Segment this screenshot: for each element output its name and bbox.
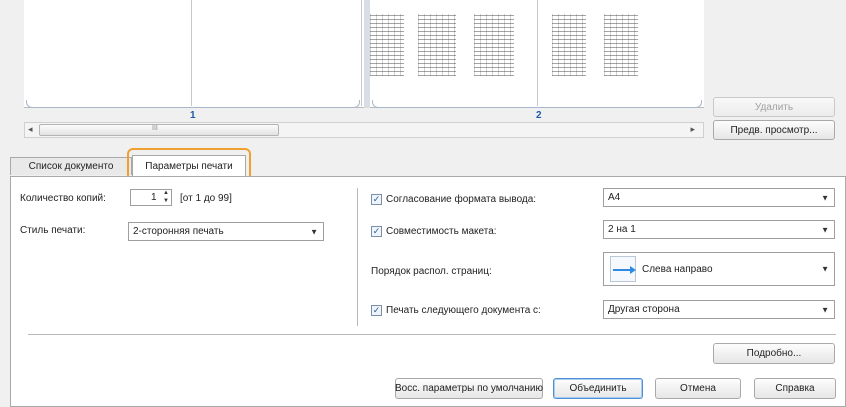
chevron-down-icon: ▼: [821, 305, 829, 314]
output-format-checkbox[interactable]: ✓: [371, 194, 382, 205]
cancel-button[interactable]: Отмена: [655, 378, 741, 399]
preview-page[interactable]: [540, 0, 704, 106]
delete-button[interactable]: Удалить: [713, 97, 835, 117]
preview-button[interactable]: Предв. просмотр...: [713, 120, 835, 140]
page-order-select[interactable]: Слева направо ▼: [603, 252, 835, 286]
next-doc-label: Печать следующего документа с:: [386, 305, 541, 316]
details-button[interactable]: Подробно...: [713, 343, 835, 364]
scroll-thumb[interactable]: III: [39, 124, 279, 136]
layout-compat-select[interactable]: 2 на 1 ▼: [603, 220, 835, 239]
layout-compat-label: Совместимость макета:: [386, 226, 497, 237]
page-order-label: Порядок распол. страниц:: [371, 266, 492, 277]
panel-separator: [28, 334, 836, 335]
layout-compat-checkbox[interactable]: ✓: [371, 226, 382, 237]
page-content-thumbnail: [604, 14, 638, 76]
output-format-value: A4: [608, 192, 621, 203]
page-content-thumbnail: [418, 14, 456, 76]
next-doc-checkbox[interactable]: ✓: [371, 305, 382, 316]
output-format-select[interactable]: A4 ▼: [603, 188, 835, 207]
preview-page[interactable]: [370, 0, 538, 106]
scroll-right-arrow-icon[interactable]: ▸: [690, 124, 695, 135]
next-doc-select[interactable]: Другая сторона ▼: [603, 300, 835, 319]
spin-up-icon[interactable]: ▲: [163, 190, 169, 196]
print-settings-panel: [10, 176, 846, 407]
sheet-number-label: 2: [536, 110, 542, 121]
print-style-label: Стиль печати:: [20, 225, 86, 236]
page-order-value: Слева направо: [642, 264, 713, 275]
scroll-left-arrow-icon[interactable]: ◂: [28, 124, 33, 135]
sheet-number-label: 1: [190, 110, 196, 121]
tab-document-list[interactable]: Список документо: [10, 157, 132, 175]
chevron-down-icon: ▼: [310, 227, 318, 236]
spin-down-icon[interactable]: ▼: [163, 198, 169, 204]
copies-label: Количество копий:: [20, 193, 106, 204]
chevron-down-icon: ▼: [821, 264, 829, 274]
sheet-bracket: [26, 100, 360, 108]
help-button[interactable]: Справка: [754, 378, 836, 399]
print-style-select[interactable]: 2-сторонняя печать ▼: [128, 222, 324, 241]
preview-page[interactable]: [194, 0, 362, 106]
page-content-thumbnail: [552, 14, 586, 76]
copies-range: [от 1 до 99]: [180, 193, 232, 204]
copies-spinner[interactable]: 1 ▲ ▼: [130, 189, 172, 206]
left-to-right-icon: [610, 256, 636, 282]
scroll-thumb-grip: III: [152, 125, 158, 132]
layout-compat-value: 2 на 1: [608, 224, 636, 235]
chevron-down-icon: ▼: [821, 193, 829, 202]
page-content-thumbnail: [474, 14, 514, 76]
copies-value[interactable]: 1: [151, 192, 157, 203]
page-preview-area: [24, 0, 704, 108]
column-divider: [357, 188, 358, 326]
chevron-down-icon: ▼: [821, 225, 829, 234]
merge-button[interactable]: Объединить: [553, 378, 643, 399]
restore-defaults-button[interactable]: Восс. параметры по умолчанию: [395, 378, 543, 399]
output-format-label: Согласование формата вывода:: [386, 194, 537, 205]
sheet-bracket: [372, 100, 702, 108]
print-style-value: 2-сторонняя печать: [133, 226, 224, 237]
preview-page[interactable]: [24, 0, 192, 106]
next-doc-value: Другая сторона: [608, 304, 680, 315]
page-content-thumbnail: [370, 14, 404, 76]
preview-horizontal-scrollbar[interactable]: ◂ III ▸: [24, 122, 704, 138]
